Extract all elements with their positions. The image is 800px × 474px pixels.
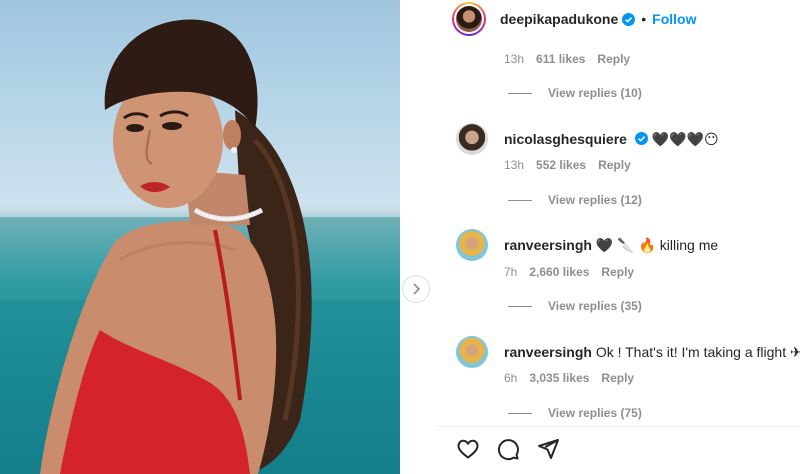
follow-button[interactable]: Follow bbox=[652, 11, 696, 27]
comment-text: nicolasghesquiere 🖤🖤🖤😶 bbox=[504, 131, 719, 148]
author-avatar[interactable] bbox=[452, 2, 486, 36]
comment-time: 13h bbox=[504, 52, 525, 66]
comment-likes[interactable]: 2,660 likes bbox=[529, 265, 589, 279]
reply-button[interactable]: Reply bbox=[598, 158, 631, 172]
reply-button[interactable]: Reply bbox=[601, 265, 634, 279]
comment-item: ranveersingh Ok ! That's it! I'm taking … bbox=[456, 336, 800, 368]
view-replies-button[interactable]: View replies (10) bbox=[508, 86, 642, 100]
commenter-avatar[interactable] bbox=[456, 229, 488, 261]
comment-text: ranveersingh Ok ! That's it! I'm taking … bbox=[504, 344, 800, 361]
comment-icon[interactable] bbox=[496, 437, 520, 461]
post-photo[interactable] bbox=[0, 0, 400, 474]
verified-badge-icon bbox=[634, 131, 648, 145]
comment-item: ranveersingh 🖤 🔪 🔥 killing me bbox=[456, 229, 718, 261]
comment-meta: 13h 552 likes Reply bbox=[504, 158, 631, 172]
commenter-username[interactable]: ranveersingh bbox=[504, 237, 592, 253]
comment-likes[interactable]: 611 likes bbox=[536, 52, 585, 66]
comment-item: nicolasghesquiere 🖤🖤🖤😶 bbox=[456, 123, 719, 155]
view-replies-button[interactable]: View replies (35) bbox=[508, 299, 642, 313]
commenter-avatar[interactable] bbox=[456, 336, 488, 368]
view-replies-label: View replies (35) bbox=[548, 299, 642, 313]
comment-likes[interactable]: 552 likes bbox=[536, 158, 586, 172]
post-photo-illustration bbox=[0, 19, 400, 474]
commenter-avatar[interactable] bbox=[456, 123, 488, 155]
comment-meta: 13h 611 likes Reply bbox=[504, 52, 630, 66]
comment-text: ranveersingh 🖤 🔪 🔥 killing me bbox=[504, 237, 718, 254]
commenter-username[interactable]: nicolasghesquiere bbox=[504, 131, 627, 147]
comment-body: 🖤 🔪 🔥 killing me bbox=[595, 236, 719, 253]
commenter-username[interactable]: ranveersingh bbox=[504, 344, 592, 360]
post-header: deepikapadukone • Follow bbox=[452, 0, 800, 38]
author-username[interactable]: deepikapadukone bbox=[500, 11, 618, 27]
heart-icon[interactable] bbox=[456, 437, 480, 461]
view-replies-button[interactable]: View replies (12) bbox=[508, 193, 642, 207]
reply-button[interactable]: Reply bbox=[601, 371, 634, 385]
chevron-right-icon bbox=[413, 283, 421, 295]
comment-time: 7h bbox=[504, 265, 518, 279]
actions-divider bbox=[436, 426, 800, 427]
action-bar bbox=[456, 437, 576, 461]
view-replies-label: View replies (75) bbox=[548, 406, 642, 420]
view-replies-label: View replies (10) bbox=[548, 86, 642, 100]
view-replies-button[interactable]: View replies (75) bbox=[508, 406, 642, 420]
next-photo-button[interactable] bbox=[402, 275, 430, 303]
comment-meta: 6h 3,035 likes Reply bbox=[504, 371, 634, 385]
comment-body: Ok ! That's it! I'm taking a flight ✈ bbox=[595, 343, 800, 360]
view-replies-label: View replies (12) bbox=[548, 193, 642, 207]
comment-meta: 7h 2,660 likes Reply bbox=[504, 265, 634, 279]
verified-badge-icon bbox=[622, 12, 636, 26]
comment-likes[interactable]: 3,035 likes bbox=[529, 371, 589, 385]
comment-body: 🖤🖤🖤😶 bbox=[651, 130, 719, 147]
comment-time: 6h bbox=[504, 371, 518, 385]
comment-time: 13h bbox=[504, 158, 525, 172]
comments-panel: deepikapadukone • Follow 13h 611 likes R… bbox=[436, 0, 800, 474]
separator-dot: • bbox=[641, 11, 647, 27]
paper-plane-icon[interactable] bbox=[536, 437, 560, 461]
reply-button[interactable]: Reply bbox=[597, 52, 630, 66]
